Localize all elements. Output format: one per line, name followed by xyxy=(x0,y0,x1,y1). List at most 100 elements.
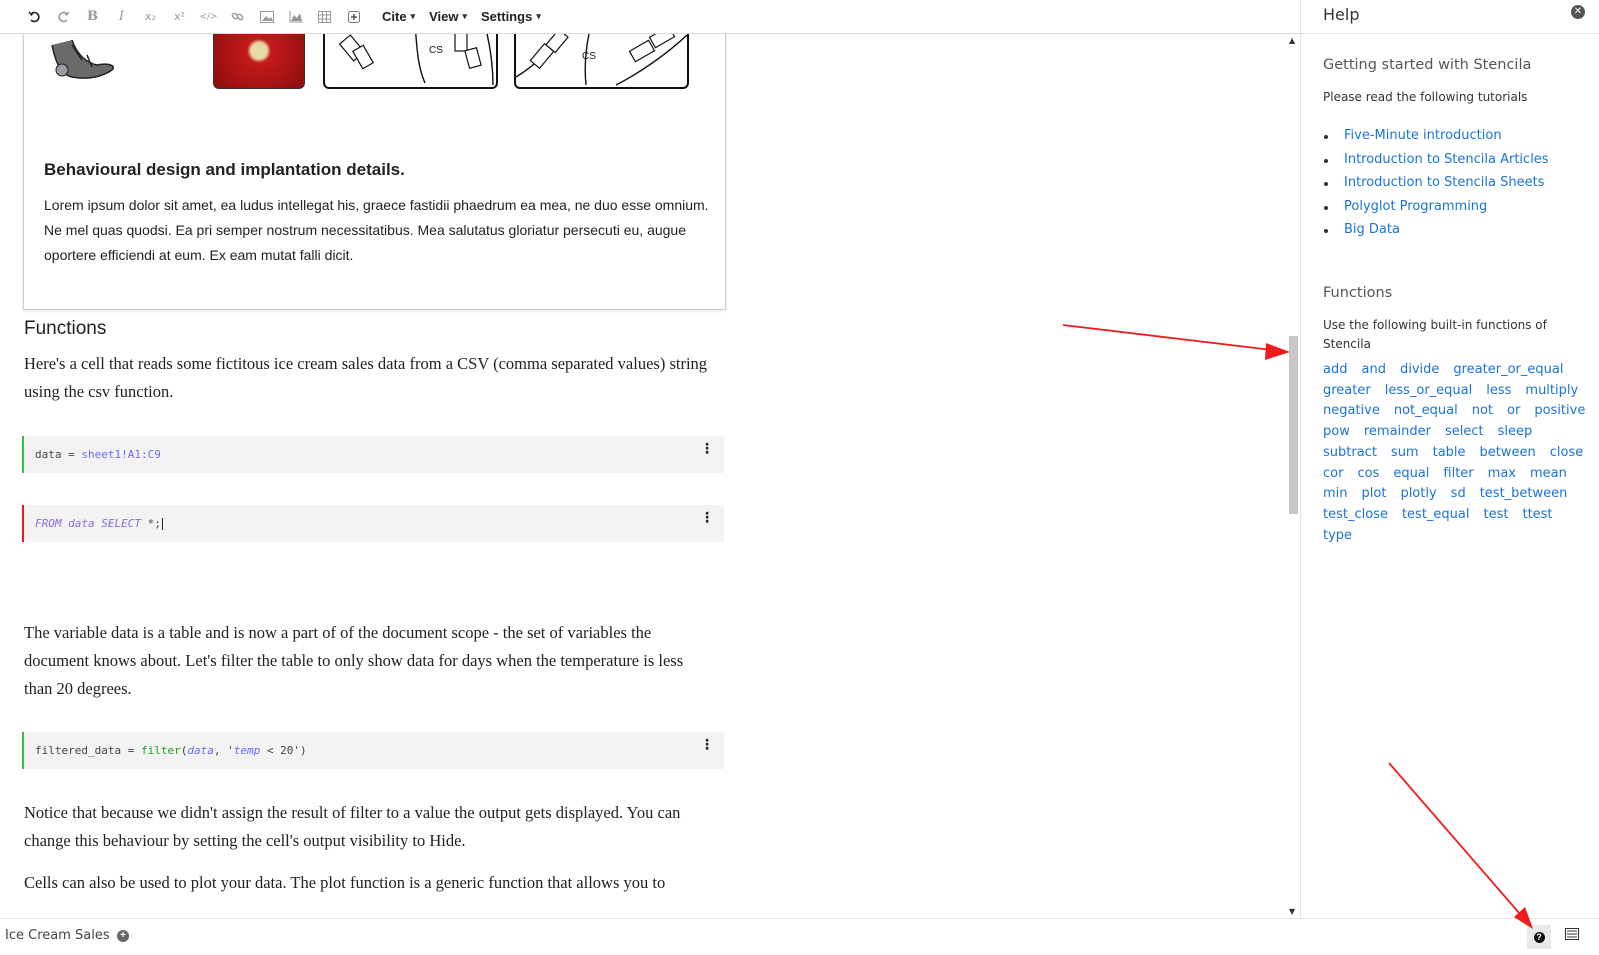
getting-started-heading: Getting started with Stencila xyxy=(1323,57,1532,73)
function-link[interactable]: test_equal xyxy=(1402,505,1470,526)
tutorial-link[interactable]: Five-Minute introduction xyxy=(1323,124,1549,148)
scroll-down-icon[interactable]: ▼ xyxy=(1289,907,1295,916)
figure-image-animal xyxy=(51,39,114,79)
function-link[interactable]: remainder xyxy=(1364,422,1431,443)
document-tab[interactable]: Ice Cream Sales xyxy=(5,928,110,943)
cell-fn: filter xyxy=(140,744,181,757)
cell-var: filtered_data xyxy=(35,744,122,757)
function-link[interactable]: positive xyxy=(1534,401,1585,422)
paragraph[interactable]: The variable data is a table and is now … xyxy=(24,619,714,703)
function-link[interactable]: test_between xyxy=(1480,484,1568,505)
cite-menu[interactable]: Cite ▾ xyxy=(382,9,415,24)
function-link[interactable]: equal xyxy=(1393,464,1429,485)
settings-menu[interactable]: Settings ▾ xyxy=(481,9,541,24)
function-link[interactable]: type xyxy=(1323,526,1352,547)
functions-desc: Use the following built-in functions of … xyxy=(1323,318,1547,351)
function-link[interactable]: between xyxy=(1480,443,1536,464)
undo-icon[interactable] xyxy=(20,4,49,30)
function-link[interactable]: less xyxy=(1486,381,1511,402)
figure-card[interactable]: CS CS Behavioural design and implantatio… xyxy=(23,34,726,310)
function-link[interactable]: filter xyxy=(1443,464,1473,485)
functions-heading: Functions xyxy=(1323,285,1393,301)
cell-keyword: SELECT xyxy=(101,517,141,530)
function-link[interactable]: divide xyxy=(1400,360,1439,381)
function-link[interactable]: or xyxy=(1507,401,1520,422)
function-link[interactable]: ttest xyxy=(1522,505,1552,526)
function-link[interactable]: greater_or_equal xyxy=(1453,360,1563,381)
function-link[interactable]: sum xyxy=(1391,443,1419,464)
code-cell[interactable]: data = sheet1!A1:C9 ⋮ xyxy=(22,436,724,473)
function-link[interactable]: sd xyxy=(1451,484,1466,505)
scrollbar-thumb[interactable] xyxy=(1289,336,1298,514)
function-link[interactable]: greater xyxy=(1323,381,1371,402)
tutorial-link[interactable]: Introduction to Stencila Sheets xyxy=(1323,171,1549,195)
italic-icon[interactable]: I xyxy=(107,4,136,30)
tutorial-link[interactable]: Polyglot Programming xyxy=(1323,195,1549,219)
function-link[interactable]: pow xyxy=(1323,422,1350,443)
link-icon[interactable] xyxy=(223,4,252,30)
function-link[interactable]: max xyxy=(1488,464,1516,485)
function-link[interactable]: test xyxy=(1484,505,1509,526)
function-link[interactable]: test_close xyxy=(1323,505,1388,526)
code-icon[interactable]: </> xyxy=(194,4,223,30)
add-document-icon[interactable]: + xyxy=(117,930,129,942)
function-link[interactable]: table xyxy=(1433,443,1466,464)
function-link[interactable]: plotly xyxy=(1400,484,1436,505)
function-link[interactable]: and xyxy=(1361,360,1385,381)
table-icon[interactable] xyxy=(310,4,339,30)
code-cell-error[interactable]: FROM data SELECT *; ⋮ xyxy=(22,505,724,542)
cite-label: Cite xyxy=(382,9,407,24)
subscript-icon[interactable]: x₂ xyxy=(136,4,165,30)
context-panel-icon[interactable] xyxy=(1565,928,1581,944)
section-heading: Functions xyxy=(24,318,107,339)
cell-rest: *; xyxy=(141,517,161,530)
function-link[interactable]: select xyxy=(1445,422,1484,443)
superscript-icon[interactable]: x² xyxy=(165,4,194,30)
paragraph[interactable]: Here's a cell that reads some fictitous … xyxy=(24,350,714,406)
function-link[interactable]: negative xyxy=(1323,401,1380,422)
function-link[interactable]: multiply xyxy=(1525,381,1578,402)
document-scrollbar[interactable]: ▲ ▼ xyxy=(1286,34,1300,918)
function-link[interactable]: not xyxy=(1472,401,1493,422)
close-icon[interactable]: ✕ xyxy=(1571,5,1585,19)
cell-menu-icon[interactable]: ⋮ xyxy=(700,738,714,752)
image-icon[interactable] xyxy=(252,4,281,30)
redo-icon[interactable] xyxy=(49,4,78,30)
divider xyxy=(1301,33,1599,34)
status-bar: Ice Cream Sales + ? xyxy=(0,918,1599,955)
cell-menu-icon[interactable]: ⋮ xyxy=(700,442,714,456)
help-button[interactable]: ? xyxy=(1527,925,1551,949)
document-body[interactable]: CS CS Behavioural design and implantatio… xyxy=(0,34,1286,918)
function-link[interactable]: cos xyxy=(1357,464,1379,485)
figure-caption: Lorem ipsum dolor sit amet, ea ludus int… xyxy=(44,197,709,263)
function-link[interactable]: min xyxy=(1323,484,1348,505)
chart-icon[interactable] xyxy=(281,4,310,30)
function-link[interactable]: add xyxy=(1323,360,1347,381)
paragraph[interactable]: Cells can also be used to plot your data… xyxy=(24,869,714,897)
view-label: View xyxy=(429,9,459,24)
function-link[interactable]: sleep xyxy=(1498,422,1533,443)
function-link[interactable]: cor xyxy=(1323,464,1343,485)
paragraph[interactable]: Notice that because we didn't assign the… xyxy=(24,799,714,855)
function-link[interactable]: close xyxy=(1550,443,1583,464)
help-panel: Help ✕ Getting started with Stencila Ple… xyxy=(1300,0,1599,918)
figure-label-cs: CS xyxy=(429,45,443,56)
tutorial-link[interactable]: Introduction to Stencila Articles xyxy=(1323,148,1549,172)
bold-icon[interactable]: B xyxy=(78,4,107,30)
tutorial-link[interactable]: Big Data xyxy=(1323,218,1549,242)
view-menu[interactable]: View ▾ xyxy=(429,9,467,24)
function-link[interactable]: less_or_equal xyxy=(1385,381,1473,402)
code-cell[interactable]: filtered_data = filter(data, 'temp < 20'… xyxy=(22,732,724,769)
function-link[interactable]: mean xyxy=(1530,464,1567,485)
cell-op: = xyxy=(61,448,82,461)
settings-label: Settings xyxy=(481,9,533,24)
cell-menu-icon[interactable]: ⋮ xyxy=(700,511,714,525)
tutorial-list: Five-Minute introduction Introduction to … xyxy=(1323,124,1549,242)
function-link[interactable]: not_equal xyxy=(1394,401,1458,422)
cell-keyword: FROM xyxy=(35,517,62,530)
function-link[interactable]: subtract xyxy=(1323,443,1377,464)
insert-cell-icon[interactable] xyxy=(339,4,368,30)
scroll-up-icon[interactable]: ▲ xyxy=(1289,36,1295,45)
function-link[interactable]: plot xyxy=(1362,484,1387,505)
text-cursor xyxy=(161,518,163,530)
